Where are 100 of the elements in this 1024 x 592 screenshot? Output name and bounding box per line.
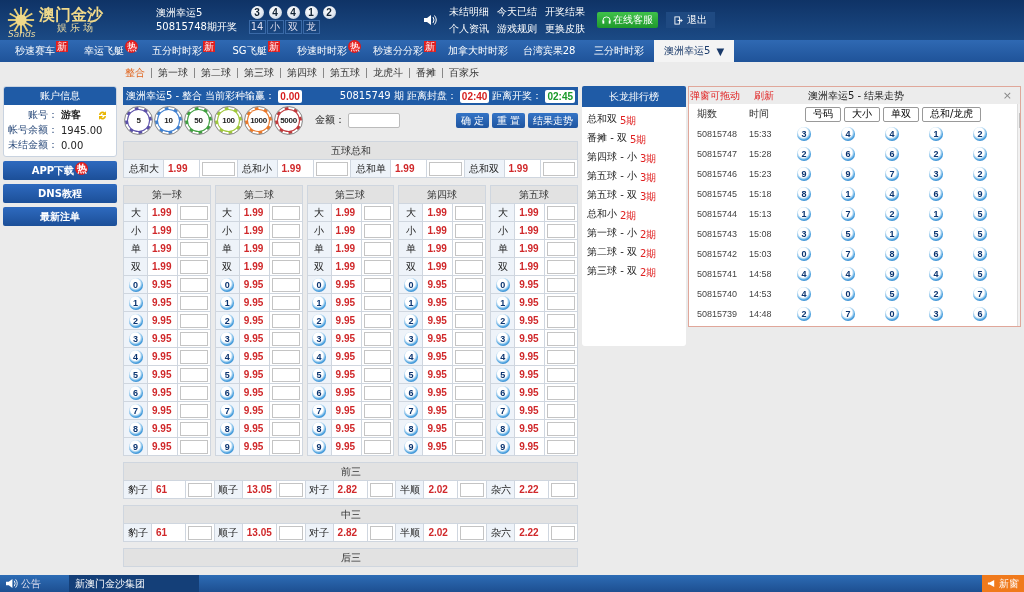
bet-amount-field[interactable] <box>363 439 392 454</box>
refresh-link[interactable]: 刷新 <box>754 88 774 103</box>
amount-field[interactable] <box>348 112 400 128</box>
bet-amount-field[interactable] <box>547 403 575 418</box>
game-tab[interactable]: 龙虎斗 <box>366 68 409 78</box>
bet-amount-field[interactable] <box>180 421 208 436</box>
bet-amount-field[interactable] <box>363 403 392 418</box>
game-tab[interactable]: 第四球 <box>280 68 323 78</box>
sidebar-button[interactable]: DNS教程 <box>3 184 117 203</box>
bet-amount-field[interactable] <box>429 161 462 176</box>
header-link[interactable]: 游戏规则 <box>497 21 537 36</box>
bet-amount-field[interactable] <box>278 482 303 497</box>
lottery-tab[interactable]: 幸运飞艇 热 <box>76 40 146 62</box>
bet-amount-field[interactable] <box>455 349 484 364</box>
bet-amount-field[interactable] <box>455 223 484 238</box>
view-tab[interactable]: 总和/龙虎 <box>922 106 982 122</box>
bet-amount-field[interactable] <box>180 277 208 292</box>
chip[interactable]: 50 <box>185 106 212 134</box>
bet-amount-field[interactable] <box>455 313 484 328</box>
bet-amount-field[interactable] <box>271 241 300 256</box>
game-tab[interactable]: 第三球 <box>237 68 280 78</box>
bet-amount-field[interactable] <box>363 331 392 346</box>
action-button[interactable]: 确 定 <box>455 112 489 128</box>
bet-amount-field[interactable] <box>271 205 300 220</box>
bet-amount-field[interactable] <box>547 367 575 382</box>
header-link[interactable]: 开奖结果 <box>545 4 585 19</box>
bet-amount-field[interactable] <box>369 525 394 540</box>
bet-amount-field[interactable] <box>455 331 484 346</box>
bet-amount-field[interactable] <box>180 259 208 274</box>
bet-amount-field[interactable] <box>455 421 484 436</box>
bet-amount-field[interactable] <box>363 421 392 436</box>
lottery-tab[interactable]: 加拿大时时彩 <box>442 40 514 62</box>
lottery-tab[interactable]: 澳洲幸运5 ▼ <box>654 40 735 62</box>
sidebar-button[interactable]: APP下载 热 <box>3 161 117 180</box>
bet-amount-field[interactable] <box>180 205 208 220</box>
header-link[interactable]: 个人资讯 <box>449 21 489 36</box>
bet-amount-field[interactable] <box>455 241 484 256</box>
bet-amount-field[interactable] <box>363 367 392 382</box>
bet-amount-field[interactable] <box>363 349 392 364</box>
bet-amount-field[interactable] <box>363 259 392 274</box>
bet-amount-field[interactable] <box>271 313 300 328</box>
logout-button[interactable]: 退出 <box>666 12 715 28</box>
bet-amount-field[interactable] <box>271 367 300 382</box>
bet-amount-field[interactable] <box>180 439 208 454</box>
bet-amount-field[interactable] <box>455 439 484 454</box>
game-tab[interactable]: 百家乐 <box>442 68 485 78</box>
bet-amount-field[interactable] <box>363 205 392 220</box>
lottery-tab[interactable]: 五分时时彩 新 <box>146 40 221 62</box>
bet-amount-field[interactable] <box>202 161 235 176</box>
header-link[interactable]: 今天已结 <box>497 4 537 19</box>
bet-amount-field[interactable] <box>455 259 484 274</box>
scrollbar[interactable] <box>1017 104 1020 326</box>
bet-amount-field[interactable] <box>278 525 303 540</box>
bet-amount-field[interactable] <box>363 277 392 292</box>
view-tab[interactable]: 单双 <box>883 106 919 122</box>
chip[interactable]: 10 <box>155 106 182 134</box>
game-tab[interactable]: 第二球 <box>194 68 237 78</box>
bet-amount-field[interactable] <box>363 313 392 328</box>
bet-amount-field[interactable] <box>180 367 208 382</box>
bet-amount-field[interactable] <box>547 259 575 274</box>
bet-amount-field[interactable] <box>547 439 575 454</box>
bet-amount-field[interactable] <box>180 223 208 238</box>
lottery-tab[interactable]: SG飞艇 新 <box>221 40 291 62</box>
chip[interactable]: 5 <box>125 106 152 134</box>
bet-amount-field[interactable] <box>271 331 300 346</box>
view-tab[interactable]: 号码 <box>805 106 841 122</box>
bet-amount-field[interactable] <box>271 295 300 310</box>
bet-amount-field[interactable] <box>271 349 300 364</box>
bet-amount-field[interactable] <box>455 277 484 292</box>
bet-amount-field[interactable] <box>271 223 300 238</box>
chip[interactable]: 1000 <box>245 106 272 134</box>
game-tab[interactable]: 番摊 <box>409 68 442 78</box>
bet-amount-field[interactable] <box>271 403 300 418</box>
bet-amount-field[interactable] <box>455 385 484 400</box>
bet-amount-field[interactable] <box>271 385 300 400</box>
bet-amount-field[interactable] <box>363 385 392 400</box>
header-link[interactable]: 更换皮肤 <box>545 21 585 36</box>
bet-amount-field[interactable] <box>547 205 575 220</box>
bet-amount-field[interactable] <box>542 161 575 176</box>
bet-amount-field[interactable] <box>188 482 212 497</box>
bet-amount-field[interactable] <box>180 331 208 346</box>
lottery-tab[interactable]: 秒速赛车 新 <box>6 40 76 62</box>
bet-amount-field[interactable] <box>188 525 212 540</box>
lottery-tab[interactable]: 三分时时彩 <box>584 40 654 62</box>
bet-amount-field[interactable] <box>271 259 300 274</box>
bet-amount-field[interactable] <box>547 277 575 292</box>
bet-amount-field[interactable] <box>271 439 300 454</box>
bet-amount-field[interactable] <box>363 241 392 256</box>
action-button[interactable]: 结果走势 <box>528 112 578 128</box>
bet-amount-field[interactable] <box>547 349 575 364</box>
action-button[interactable]: 重 置 <box>491 112 525 128</box>
bet-amount-field[interactable] <box>455 205 484 220</box>
header-link[interactable]: 未结明细 <box>449 4 489 19</box>
bet-amount-field[interactable] <box>180 295 208 310</box>
bet-amount-field[interactable] <box>455 295 484 310</box>
bet-amount-field[interactable] <box>271 421 300 436</box>
bet-amount-field[interactable] <box>547 331 575 346</box>
bet-amount-field[interactable] <box>547 313 575 328</box>
bet-amount-field[interactable] <box>455 403 484 418</box>
bet-amount-field[interactable] <box>369 482 394 497</box>
